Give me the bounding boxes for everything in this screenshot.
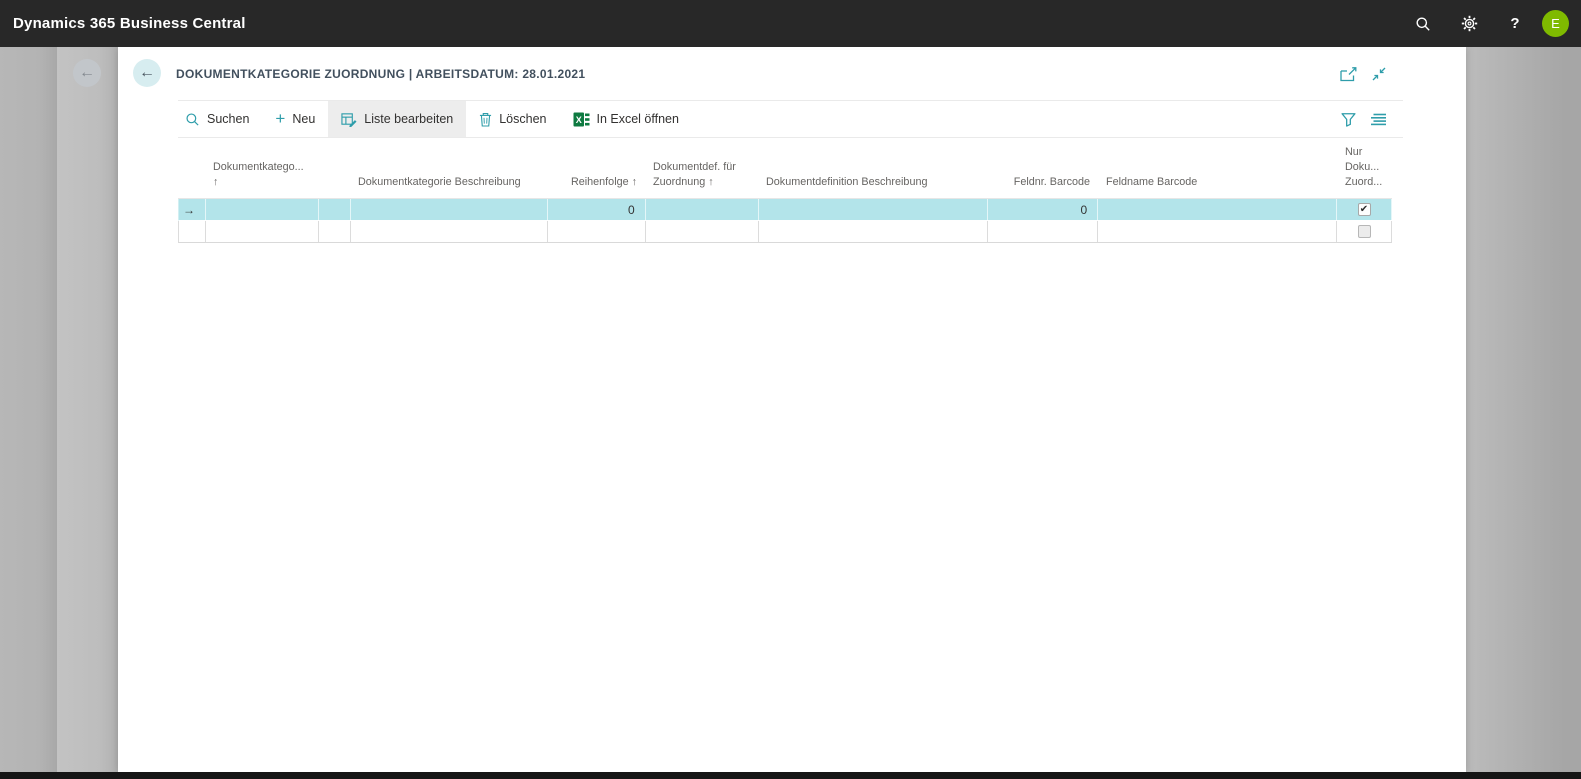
list-options-icon[interactable] [1371, 113, 1387, 126]
toolbar-new-button[interactable]: + Neu [262, 101, 328, 137]
cell-dokumentdef-fuer-zuordnung[interactable] [646, 199, 759, 220]
header-dokumentdefinition-beschreibung[interactable]: Dokumentdefinition Beschreibung [758, 138, 988, 198]
collapse-view-icon[interactable] [1371, 66, 1387, 82]
toolbar-search-button[interactable]: Suchen [178, 101, 262, 137]
cell-reihenfolge[interactable] [548, 221, 646, 242]
svg-text:X: X [575, 114, 581, 124]
cell-nur-doku-zuord [1337, 221, 1392, 242]
action-toolbar: Suchen + Neu Liste bearbeiten Löschen X … [178, 100, 1403, 138]
app-title: Dynamics 365 Business Central [13, 15, 246, 32]
cell-dokumentdefinition-beschreibung[interactable] [759, 221, 989, 242]
table-row-selected: → 0 0 ✔ [178, 199, 1392, 221]
header-nur-doku-zuord[interactable]: Nur Doku... Zuord... [1337, 138, 1392, 198]
data-grid: Dokumentkatego... ↑ Dokumentkategorie Be… [178, 138, 1392, 243]
cell-reihenfolge[interactable]: 0 [548, 199, 646, 220]
trash-icon [479, 112, 492, 127]
plus-icon: + [275, 109, 286, 128]
help-icon[interactable]: ? [1492, 0, 1538, 47]
cell-feldnr-barcode[interactable] [988, 221, 1099, 242]
row-indicator-icon: → [179, 199, 206, 220]
header-gutter [178, 138, 205, 198]
toolbar-right-icons [1341, 101, 1403, 137]
cell-dokumentkategorie-beschreibung[interactable] [351, 199, 548, 220]
filter-icon[interactable] [1341, 112, 1356, 127]
edit-list-icon [341, 112, 357, 127]
toolbar-excel-label: In Excel öffnen [596, 112, 679, 126]
cell-feldname-barcode[interactable] [1098, 221, 1338, 242]
header-feldnr-barcode[interactable]: Feldnr. Barcode [988, 138, 1098, 198]
cell-nur-doku-zuord: ✔ [1337, 199, 1392, 220]
bottom-edge-bar [0, 772, 1581, 779]
header-dokumentkategorie-beschreibung[interactable]: Dokumentkategorie Beschreibung [350, 138, 547, 198]
page-dokumentkategorie-zuordnung: ← DOKUMENTKATEGORIE ZUORDNUNG | ARBEITSD… [118, 47, 1466, 773]
page-header-icons [1340, 66, 1387, 82]
cell-dokumentkategorie-beschreibung[interactable] [351, 221, 548, 242]
table-row-empty [178, 221, 1392, 243]
toolbar-search-label: Suchen [207, 112, 250, 126]
cell-dokumentdefinition-beschreibung[interactable] [759, 199, 989, 220]
dimmed-back-arrow-icon: ← [73, 59, 101, 87]
checkbox-checked[interactable]: ✔ [1357, 203, 1371, 216]
toolbar-edit-list-button[interactable]: Liste bearbeiten [328, 101, 467, 137]
header-dokumentdef-fuer-zuordnung[interactable]: Dokumentdef. für Zuordnung ↑ [645, 138, 758, 198]
header-assist-column [318, 138, 350, 198]
cell-dokumentdef-fuer-zuordnung[interactable] [646, 221, 759, 242]
magnifier-icon [185, 112, 200, 127]
cell-dokumentkategorie[interactable] [206, 221, 319, 242]
page-title: DOKUMENTKATEGORIE ZUORDNUNG | ARBEITSDAT… [176, 67, 586, 81]
search-icon[interactable] [1400, 0, 1446, 47]
user-avatar[interactable]: E [1542, 10, 1569, 37]
gear-icon[interactable] [1446, 0, 1492, 47]
cell-feldname-barcode[interactable] [1098, 199, 1338, 220]
cell-dokumentkategorie[interactable] [206, 199, 319, 220]
header-dokumentkategorie[interactable]: Dokumentkatego... ↑ [205, 138, 318, 198]
toolbar-delete-label: Löschen [499, 112, 547, 126]
cell-assist[interactable] [319, 221, 351, 242]
cell-feldnr-barcode[interactable]: 0 [988, 199, 1099, 220]
open-in-new-window-icon[interactable] [1340, 66, 1358, 82]
header-feldname-barcode[interactable]: Feldname Barcode [1098, 138, 1337, 198]
background-page-layer-1 [0, 47, 57, 773]
cell-assist[interactable] [319, 199, 351, 220]
back-button[interactable]: ← [133, 59, 161, 87]
checkbox-unchecked[interactable] [1357, 225, 1371, 238]
topbar-actions: ? E [1400, 0, 1569, 47]
toolbar-open-in-excel-button[interactable]: X In Excel öffnen [560, 101, 692, 137]
background-page-layer-2 [57, 47, 118, 773]
row-indicator-gutter [179, 221, 206, 242]
toolbar-new-label: Neu [292, 112, 316, 126]
excel-icon: X [573, 112, 590, 127]
app-top-bar: Dynamics 365 Business Central ? E [0, 0, 1581, 47]
toolbar-delete-button[interactable]: Löschen [466, 101, 559, 137]
grid-header-row: Dokumentkatego... ↑ Dokumentkategorie Be… [178, 138, 1392, 199]
header-reihenfolge[interactable]: Reihenfolge ↑ [547, 138, 645, 198]
toolbar-edit-list-label: Liste bearbeiten [364, 112, 454, 126]
